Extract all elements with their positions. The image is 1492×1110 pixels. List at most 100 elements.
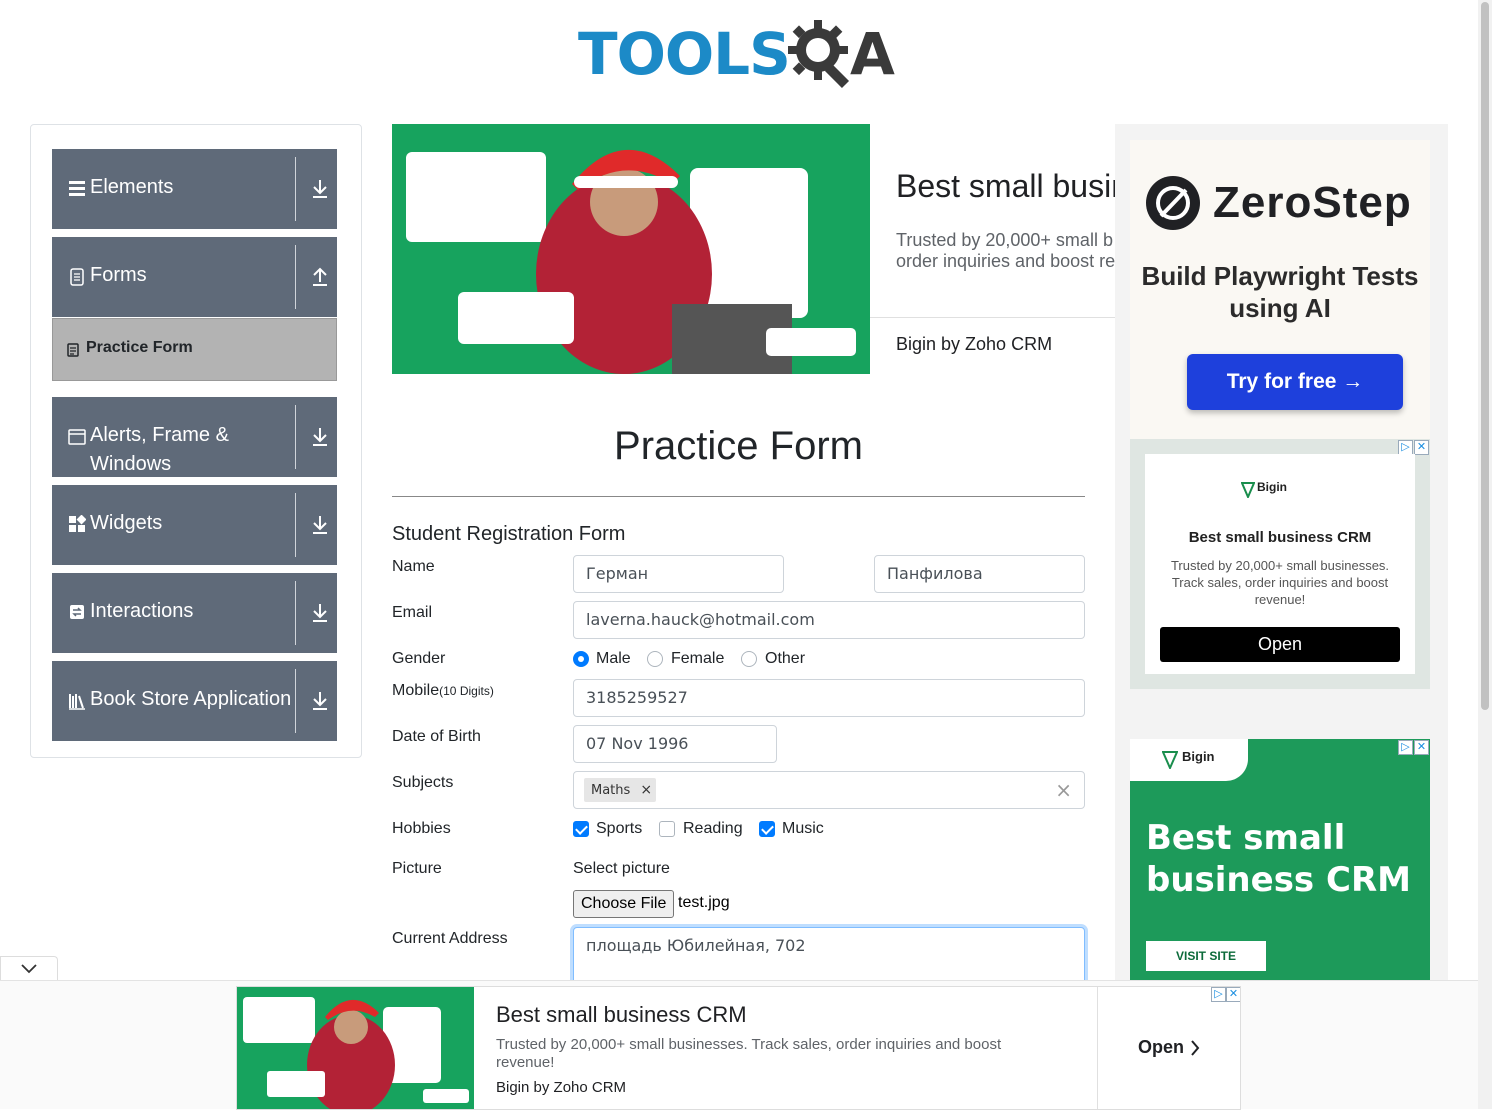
close-ad-icon[interactable]: ✕ <box>1414 440 1429 455</box>
subject-chip-label: Maths <box>591 783 631 798</box>
sidebar-group-label: Alerts, Frame & <box>90 424 229 446</box>
gender-male-radio[interactable] <box>573 651 589 667</box>
zerostep-tagline: Build Playwright Tests using AI <box>1141 261 1419 323</box>
sidebar-group-label: Interactions <box>90 600 194 622</box>
sidebar-group-alerts[interactable]: Alerts, Frame & Windows <box>52 397 337 477</box>
bigin-card-ad[interactable]: ▷ ✕ Bigin Best small business CRM Truste… <box>1130 439 1430 689</box>
ad-title: Best small busine <box>896 168 1115 204</box>
dob-input[interactable]: 07 Nov 1996 <box>573 725 777 763</box>
download-arrow-icon[interactable] <box>311 602 329 624</box>
choose-file-button[interactable]: Choose File <box>573 890 675 918</box>
email-input[interactable]: laverna.hauck@hotmail.com <box>573 601 1085 639</box>
bottom-banner-ad[interactable]: ▷ ✕ Best small business CRM Trusted by 2… <box>236 986 1241 1110</box>
gender-option-label[interactable]: Other <box>765 650 805 668</box>
ad-text: Trusted by 20,000+ small b order inquiri… <box>896 230 1115 271</box>
subjects-input[interactable]: Maths × × <box>573 771 1085 809</box>
sidebar: Elements Forms Practice Form Alerts, Fra… <box>30 124 362 758</box>
page-scrollbar[interactable] <box>1478 0 1492 1109</box>
books-icon <box>69 694 85 710</box>
try-for-free-button[interactable]: Try for free → <box>1187 354 1403 410</box>
open-button[interactable]: Open <box>1160 627 1400 662</box>
chevron-right-icon <box>1191 1040 1200 1056</box>
bigin-logo-text: Bigin <box>1182 749 1215 764</box>
ad-card: Bigin Best small business CRM Trusted by… <box>1145 454 1415 674</box>
gender-female-radio[interactable] <box>647 651 663 667</box>
adchoices-icon[interactable]: ▷ <box>1398 740 1413 755</box>
last-name-input[interactable]: Панфилова <box>874 555 1085 593</box>
picture-caption: Select picture <box>573 860 670 877</box>
download-arrow-icon[interactable] <box>311 178 329 200</box>
hobby-music-checkbox[interactable] <box>759 821 775 837</box>
upload-arrow-icon[interactable] <box>311 266 329 288</box>
ad-text: Trusted by 20,000+ small businesses. Tra… <box>496 1036 1002 1071</box>
form-subtitle: Student Registration Form <box>392 523 626 545</box>
ad-headline: Best small business CRM <box>1146 818 1411 900</box>
hobby-option-label[interactable]: Reading <box>683 820 743 838</box>
logo-suffix: A <box>850 20 895 88</box>
hobby-reading-checkbox[interactable] <box>659 821 675 837</box>
ad-title: Best small business CRM <box>1188 529 1372 546</box>
hobby-option-label[interactable]: Sports <box>596 820 642 838</box>
gender-option-label[interactable]: Female <box>671 650 724 668</box>
close-ad-icon[interactable]: ✕ <box>1414 740 1429 755</box>
gender-other-radio[interactable] <box>741 651 757 667</box>
bigin-logo-text: Bigin <box>1257 480 1287 494</box>
scrollbar-thumb[interactable] <box>1481 2 1489 710</box>
hobby-option-label[interactable]: Music <box>782 820 824 838</box>
sidebar-group-forms[interactable]: Forms <box>52 237 337 317</box>
bigin-banner-ad[interactable]: Bigin ▷ ✕ Best small business CRM VISIT … <box>1130 739 1430 980</box>
toolsqa-logo[interactable]: TOOLS A <box>578 14 904 92</box>
address-label: Current Address <box>392 930 508 947</box>
sidebar-group-label: Forms <box>90 264 147 286</box>
sidebar-group-book-store[interactable]: Book Store Application <box>52 661 337 741</box>
visit-site-button[interactable]: VISIT SITE <box>1146 941 1266 971</box>
adchoices-icon[interactable]: ▷ <box>1398 440 1413 455</box>
sidebar-group-elements[interactable]: Elements <box>52 149 337 229</box>
window-icon <box>68 429 86 445</box>
dob-label: Date of Birth <box>392 728 481 745</box>
ad-brand: Bigin by Zoho CRM <box>496 1079 627 1096</box>
selected-file-name: test.jpg <box>678 894 730 911</box>
remove-chip-icon[interactable]: × <box>636 778 656 802</box>
sidebar-group-label: Elements <box>90 176 174 198</box>
zerostep-logo-icon <box>1146 176 1200 230</box>
download-arrow-icon[interactable] <box>311 514 329 536</box>
email-label: Email <box>392 604 433 621</box>
gender-label: Gender <box>392 650 446 667</box>
bigin-logo-icon <box>1162 751 1178 769</box>
sidebar-item-practice-form[interactable]: Practice Form <box>52 318 337 381</box>
page-title: Practice Form <box>614 424 863 468</box>
sidebar-item-label: Practice Form <box>86 339 193 356</box>
ad-image <box>237 987 474 1109</box>
zerostep-name: ZeroStep <box>1213 178 1412 227</box>
hobby-sports-checkbox[interactable] <box>573 821 589 837</box>
ad-brand: Bigin by Zoho CRM <box>896 334 1053 354</box>
form-icon <box>67 343 79 357</box>
hobbies-label: Hobbies <box>392 820 451 837</box>
collapse-ad-toggle[interactable] <box>0 956 58 980</box>
chevron-down-icon <box>21 964 37 974</box>
zerostep-ad[interactable]: ZeroStep Build Playwright Tests using AI… <box>1130 140 1430 440</box>
sidebar-group-label: Widgets <box>90 512 163 534</box>
subject-chip: Maths × <box>584 778 657 802</box>
widgets-icon <box>69 515 86 532</box>
sidebar-group-interactions[interactable]: Interactions <box>52 573 337 653</box>
subjects-label: Subjects <box>392 774 454 791</box>
download-arrow-icon[interactable] <box>311 690 329 712</box>
bigin-logo-icon <box>1241 482 1255 498</box>
open-button[interactable]: Open <box>1097 987 1240 1109</box>
logo-text: TOOLS <box>578 20 791 88</box>
download-arrow-icon[interactable] <box>311 426 329 448</box>
divider <box>392 496 1085 497</box>
top-banner-ad[interactable]: Best small busine Trusted by 20,000+ sma… <box>392 124 1115 374</box>
interactions-icon <box>70 605 84 619</box>
name-label: Name <box>392 558 435 575</box>
ad-image <box>392 124 870 374</box>
sidebar-group-widgets[interactable]: Widgets <box>52 485 337 565</box>
clear-subjects-icon[interactable]: × <box>1055 772 1072 808</box>
mobile-input[interactable]: 3185259527 <box>573 679 1085 717</box>
first-name-input[interactable]: Герман <box>573 555 784 593</box>
hamburger-icon <box>69 181 85 196</box>
bigin-logo-tab: Bigin <box>1130 739 1248 781</box>
gender-option-label[interactable]: Male <box>596 650 631 668</box>
